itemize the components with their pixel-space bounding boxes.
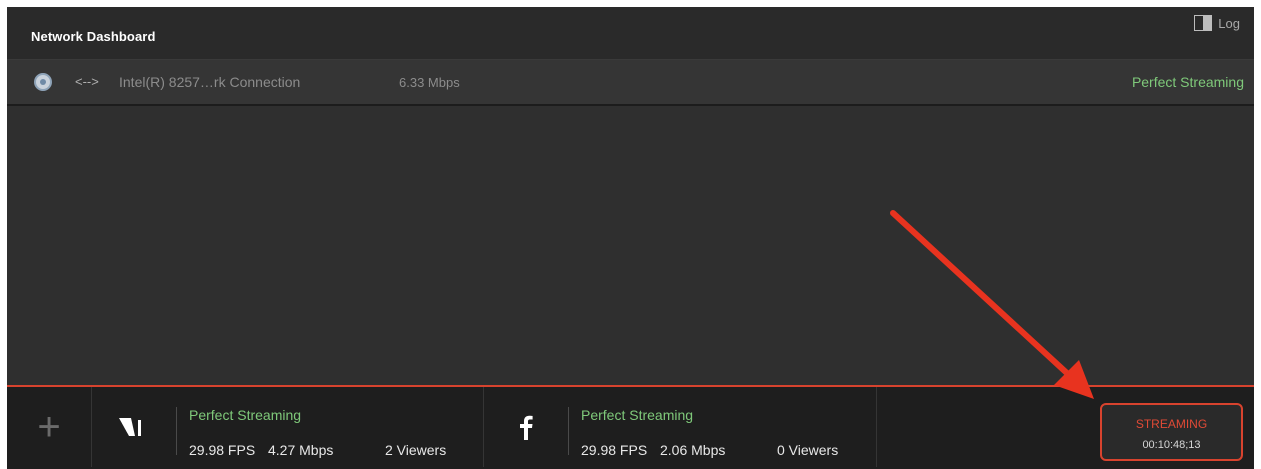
streaming-button[interactable]: STREAMING 00:10:48;13 [1100, 403, 1243, 461]
streaming-label: STREAMING [1135, 417, 1208, 431]
destinations-bar: + Perfect Streaming 29.98 FPS 4.27 Mbps … [7, 385, 1254, 469]
bidirectional-arrow-icon: <--> [75, 74, 99, 89]
livestream-logo-icon [92, 387, 176, 467]
connection-name: Intel(R) 8257…rk Connection [119, 74, 301, 90]
destination-status: Perfect Streaming [581, 407, 694, 423]
destination-fps: 29.98 FPS [581, 442, 648, 458]
add-destination-button[interactable]: + [7, 387, 92, 467]
connection-status: Perfect Streaming [1131, 74, 1244, 90]
destination-facebook[interactable]: Perfect Streaming 29.98 FPS 2.06 Mbps 0 … [484, 387, 877, 467]
destination-livestream[interactable]: Perfect Streaming 29.98 FPS 4.27 Mbps 2 … [92, 387, 484, 467]
panel-title: Network Dashboard [31, 29, 156, 44]
divider [568, 407, 569, 455]
destination-fps: 29.98 FPS [189, 442, 256, 458]
destination-bitrate: 2.06 Mbps [660, 442, 726, 458]
destination-bitrate: 4.27 Mbps [268, 442, 334, 458]
connection-speed: 6.33 Mbps [399, 75, 460, 90]
streaming-timer: 00:10:48;13 [1142, 439, 1201, 451]
network-dashboard-panel: Network Dashboard Log <--> Intel(R) 8257… [7, 7, 1254, 469]
plus-icon: + [37, 405, 61, 449]
log-panel-icon [1194, 15, 1213, 31]
destination-viewers: 0 Viewers [777, 442, 839, 458]
log-label: Log [1218, 15, 1240, 31]
network-connection-row[interactable]: <--> Intel(R) 8257…rk Connection 6.33 Mb… [7, 60, 1254, 106]
panel-header: Network Dashboard Log [7, 7, 1254, 60]
connection-radio-button[interactable] [34, 73, 52, 91]
dashboard-content-area [7, 106, 1254, 385]
destination-status: Perfect Streaming [189, 407, 302, 423]
facebook-icon [484, 387, 568, 467]
log-button[interactable]: Log [1194, 11, 1240, 35]
destination-viewers: 2 Viewers [385, 442, 447, 458]
divider [176, 407, 177, 455]
